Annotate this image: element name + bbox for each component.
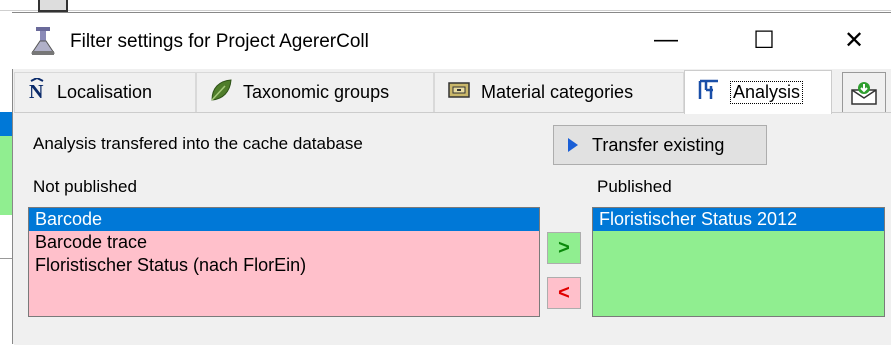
background-list-selection [0, 112, 12, 136]
list-item[interactable]: Floristischer Status (nach FlorEin) [29, 254, 539, 277]
localisation-n-icon: N [27, 76, 47, 107]
transfer-existing-button[interactable]: Transfer existing [553, 125, 767, 165]
email-envelope-icon [851, 82, 877, 105]
drawer-icon [447, 80, 471, 105]
background-toolbar-icon [38, 0, 68, 12]
analysis-icon [697, 78, 721, 107]
tab-material-categories[interactable]: Material categories [434, 72, 684, 112]
play-triangle-icon [568, 138, 578, 152]
tab-analysis[interactable]: Analysis [684, 70, 832, 114]
svg-text:N: N [29, 81, 44, 102]
minimize-button[interactable]: — [642, 20, 690, 60]
unpublish-button[interactable]: < [547, 277, 581, 309]
close-button[interactable]: ✕ [830, 20, 878, 60]
list-item[interactable]: Barcode [29, 208, 539, 231]
background-window-edge [0, 10, 891, 11]
tab-label: Taxonomic groups [243, 82, 390, 102]
tab-label: Analysis [729, 81, 804, 104]
list-item[interactable]: Floristischer Status 2012 [593, 208, 884, 231]
not-published-list[interactable]: Barcode Barcode trace Floristischer Stat… [28, 207, 540, 317]
leaf-icon [209, 78, 233, 107]
window-title: Filter settings for Project AgererColl [70, 31, 369, 52]
published-list[interactable]: Floristischer Status 2012 [592, 207, 885, 317]
transfer-existing-label: Transfer existing [592, 134, 725, 155]
tab-taxonomic-groups[interactable]: Taxonomic groups [196, 72, 434, 112]
tab-localisation[interactable]: N Localisation [14, 72, 196, 112]
published-label: Published [597, 177, 672, 196]
publish-button[interactable]: > [547, 232, 581, 264]
maximize-button[interactable]: ☐ [740, 20, 788, 60]
background-divider [0, 258, 12, 259]
analysis-info-text: Analysis transfered into the cache datab… [33, 134, 363, 153]
email-button[interactable] [842, 72, 886, 114]
tab-label: Localisation [57, 82, 153, 102]
filter-funnel-icon [31, 27, 55, 55]
not-published-label: Not published [33, 177, 137, 196]
list-item[interactable]: Barcode trace [29, 231, 539, 254]
tab-label: Material categories [481, 82, 634, 102]
